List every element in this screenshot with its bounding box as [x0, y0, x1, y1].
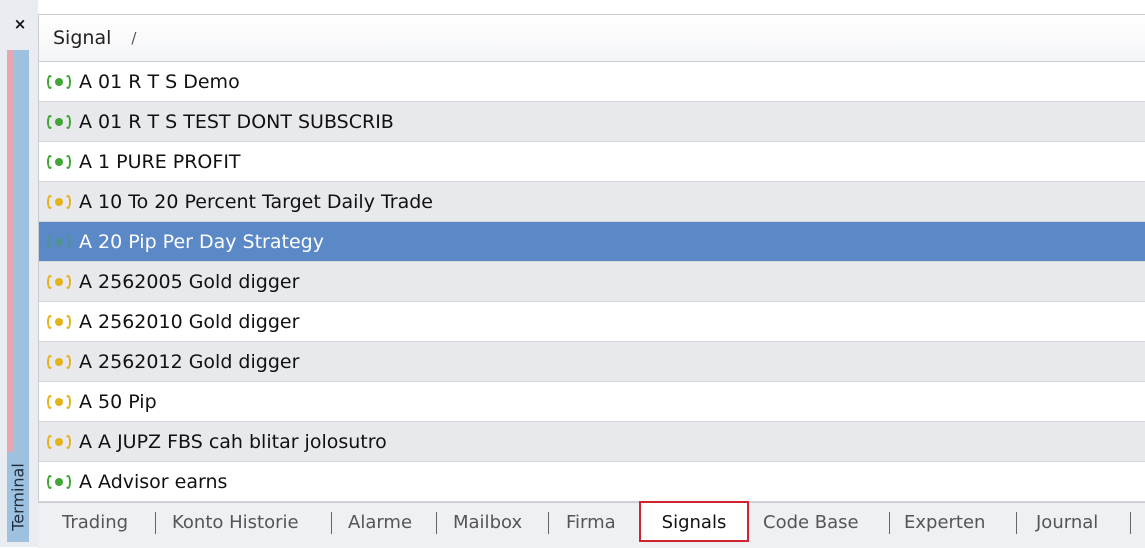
tab-mailbox[interactable]: Mailbox [453, 503, 522, 543]
signal-name: A 2562005 Gold digger [79, 270, 300, 293]
signal-list: A 01 R T S Demo A 01 R T S TEST DONT SUBS… [39, 62, 1145, 502]
tab-code-base[interactable]: Code Base [763, 503, 859, 543]
signal-broadcast-icon [45, 272, 73, 292]
terminal-side-panel: × Terminal [0, 0, 38, 547]
signal-broadcast-icon [45, 432, 73, 452]
signal-row[interactable]: A 01 R T S TEST DONT SUBSCRIB [39, 102, 1145, 142]
signal-row[interactable]: A 1 PURE PROFIT [39, 142, 1145, 182]
close-icon[interactable]: × [10, 14, 30, 34]
column-header-signal[interactable]: Signal / [39, 15, 1145, 62]
signal-name: A Advisor earns [79, 470, 228, 493]
signal-name: A 2562010 Gold digger [79, 310, 300, 333]
signal-row[interactable]: A 2562012 Gold digger [39, 342, 1145, 382]
tab-separator [1016, 512, 1017, 534]
signals-grid: Signal / A 01 R T S Demo A 01 R T S TEST … [38, 14, 1145, 503]
signal-row[interactable]: A 50 Pip [39, 382, 1145, 422]
signal-row[interactable]: A 10 To 20 Percent Target Daily Trade [39, 182, 1145, 222]
signal-broadcast-icon [45, 72, 73, 92]
tab-separator [155, 512, 156, 534]
tab-firma[interactable]: Firma [566, 503, 616, 543]
signal-name: A A JUPZ FBS cah blitar jolosutro [79, 430, 387, 453]
tab-separator [331, 512, 332, 534]
signal-name: A 50 Pip [79, 390, 157, 413]
signal-name: A 10 To 20 Percent Target Daily Trade [79, 190, 433, 213]
signal-broadcast-icon [45, 312, 73, 332]
signal-broadcast-icon [45, 232, 73, 252]
signal-broadcast-icon [45, 352, 73, 372]
signal-name: A 1 PURE PROFIT [79, 150, 241, 173]
signal-broadcast-icon [45, 392, 73, 412]
sort-indicator-icon: / [131, 29, 137, 47]
column-header-label: Signal [53, 27, 112, 49]
tab-signals[interactable]: Signals [639, 501, 749, 542]
signal-broadcast-icon [45, 112, 73, 132]
tab-separator [1130, 512, 1131, 534]
terminal-label: Terminal [7, 452, 29, 542]
signal-name: A 01 R T S Demo [79, 70, 240, 93]
terminal-tab-bar: Trading Konto Historie Alarme Mailbox Firma S… [38, 501, 1145, 548]
signal-broadcast-icon [45, 152, 73, 172]
tab-experten[interactable]: Experten [904, 503, 985, 543]
tab-alarme[interactable]: Alarme [348, 503, 412, 543]
signal-broadcast-icon [45, 192, 73, 212]
signal-name: A 20 Pip Per Day Strategy [79, 230, 324, 253]
signal-name: A 01 R T S TEST DONT SUBSCRIB [79, 110, 394, 133]
signal-name: A 2562012 Gold digger [79, 350, 300, 373]
signal-row[interactable]: A 01 R T S Demo [39, 62, 1145, 102]
signal-row[interactable]: A 2562010 Gold digger [39, 302, 1145, 342]
signal-row[interactable]: A 2562005 Gold digger [39, 262, 1145, 302]
signal-broadcast-icon [45, 472, 73, 492]
tab-separator [436, 512, 437, 534]
tab-separator [889, 512, 890, 534]
signal-row[interactable]: A Advisor earns [39, 462, 1145, 502]
tab-trading[interactable]: Trading [62, 503, 128, 543]
signal-row[interactable]: A A JUPZ FBS cah blitar jolosutro [39, 422, 1145, 462]
tab-konto-historie[interactable]: Konto Historie [172, 503, 299, 543]
tab-journal[interactable]: Journal [1036, 503, 1098, 543]
tab-separator [548, 512, 549, 534]
signal-row[interactable]: A 20 Pip Per Day Strategy [39, 222, 1145, 262]
terminal-label-text: Terminal [8, 463, 28, 531]
